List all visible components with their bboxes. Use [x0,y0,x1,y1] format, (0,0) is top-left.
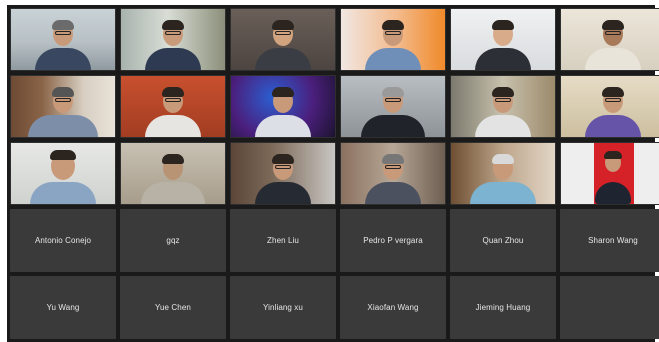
glasses-icon [165,31,181,35]
participant-body [361,115,425,137]
participant-hair [602,20,624,30]
participant-name: Jieming Huang [475,303,531,312]
participant-hair [272,20,294,30]
participant-body [475,115,531,137]
glasses-icon [55,98,71,102]
participant-hair [272,87,294,97]
participant-hair [272,154,294,164]
participant-hair [382,20,404,30]
participant-video-tile[interactable] [560,8,659,71]
participant-video-tile[interactable] [560,75,659,138]
participant-body [585,48,641,70]
glasses-icon [385,98,401,102]
participant-video-tile[interactable] [230,8,336,71]
participant-name-tile[interactable]: Yinliang xu [230,276,336,339]
participant-name: Zhen Liu [267,236,299,245]
participant-video-tile[interactable] [230,142,336,205]
participant-gallery: Antonio Conejo gqz Zhen Liu Pedro P verg… [10,8,659,339]
participant-body [35,48,91,70]
participant-body [470,182,536,204]
participant-photo-tile[interactable] [560,142,659,205]
video-call-window: Antonio Conejo gqz Zhen Liu Pedro P verg… [7,5,659,342]
participant-name-tile[interactable] [560,276,659,339]
glasses-icon [275,31,291,35]
participant-name: Yue Chen [155,303,191,312]
participant-body [365,182,421,204]
participant-video-tile[interactable] [10,142,116,205]
participant-video-tile[interactable] [450,142,556,205]
participant-name: Quan Zhou [482,236,524,245]
participant-video-tile[interactable] [340,75,446,138]
participant-name-tile[interactable]: gqz [120,209,226,272]
glasses-icon [55,31,71,35]
participant-body [141,182,205,204]
participant-name-tile[interactable]: Xiaofan Wang [340,276,446,339]
participant-name: Antonio Conejo [34,236,92,245]
glasses-icon [385,165,401,169]
participant-name: Sharon Wang [588,236,638,245]
participant-hair [50,150,76,160]
glasses-icon [275,165,291,169]
participant-body [145,115,201,137]
participant-name-tile[interactable]: Quan Zhou [450,209,556,272]
participant-hair [492,87,514,97]
participant-video-tile[interactable] [120,142,226,205]
participant-name-tile[interactable]: Antonio Conejo [10,209,116,272]
participant-body [475,48,531,70]
participant-hair [492,154,514,164]
participant-hair [52,20,74,30]
participant-video-tile[interactable] [10,75,116,138]
glasses-icon [495,98,511,102]
glasses-icon [385,31,401,35]
participant-hair [52,87,74,97]
participant-name-tile[interactable]: Pedro P vergara [340,209,446,272]
glasses-icon [605,98,621,102]
participant-video-tile[interactable] [120,75,226,138]
participant-hair [492,20,514,30]
participant-name: Yu Wang [46,303,80,312]
participant-hair [162,20,184,30]
participant-video-tile[interactable] [340,8,446,71]
participant-body [28,115,98,137]
participant-name-tile[interactable]: Yu Wang [10,276,116,339]
participant-name-tile[interactable]: Zhen Liu [230,209,336,272]
participant-video-tile[interactable] [450,8,556,71]
participant-video-tile[interactable] [230,75,336,138]
participant-hair [602,87,624,97]
participant-body [255,182,311,204]
participant-body [30,182,96,204]
participant-hair [382,154,404,164]
participant-body [255,48,311,70]
participant-name: Pedro P vergara [363,236,423,245]
participant-name: Yinliang xu [263,303,303,312]
participant-hair [162,154,184,164]
participant-hair [382,87,404,97]
participant-video-tile[interactable] [10,8,116,71]
participant-hair [162,87,184,97]
participant-body [145,48,201,70]
participant-body [255,115,311,137]
participant-name-tile[interactable]: Jieming Huang [450,276,556,339]
participant-name-tile[interactable]: Yue Chen [120,276,226,339]
glasses-icon [605,31,621,35]
participant-name: Xiaofan Wang [367,303,419,312]
participant-name-tile[interactable]: Sharon Wang [560,209,659,272]
glasses-icon [165,98,181,102]
participant-video-tile[interactable] [450,75,556,138]
participant-name: gqz [166,236,180,245]
participant-hair [604,151,622,159]
participant-video-tile[interactable] [340,142,446,205]
participant-body [585,115,641,137]
participant-body [365,48,421,70]
participant-video-tile[interactable] [120,8,226,71]
